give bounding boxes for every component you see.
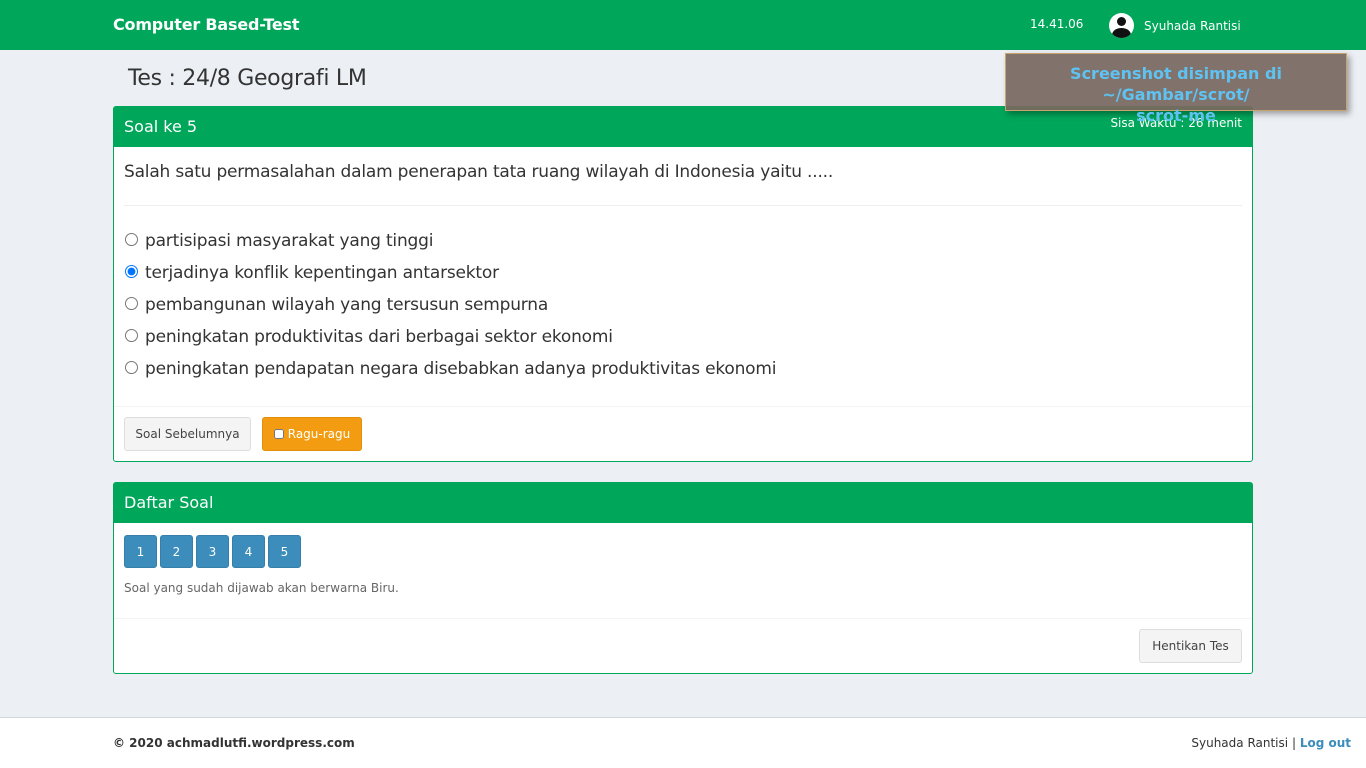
answer-radio[interactable] — [125, 232, 138, 246]
page-title: Tes : 24/8 Geografi LM — [128, 66, 367, 91]
notification-line-2: scrot-me — [1136, 106, 1216, 125]
question-number-button[interactable]: 4 — [232, 535, 265, 568]
app-brand[interactable]: Computer Based-Test — [113, 15, 300, 34]
divider — [124, 205, 1242, 206]
answer-option[interactable]: pembangunan wilayah yang tersusun sempur… — [124, 289, 776, 321]
answer-radio[interactable] — [125, 264, 138, 278]
answer-radio[interactable] — [125, 296, 138, 310]
answer-option-label[interactable]: peningkatan pendapatan negara disebabkan… — [145, 359, 776, 379]
page-footer: © 2020 achmadlutfi.wordpress.com Syuhada… — [0, 717, 1366, 768]
footer-user-area: Syuhada Rantisi | Log out — [1191, 736, 1351, 750]
question-text: Salah satu permasalahan dalam penerapan … — [124, 162, 834, 182]
notification-line-1: Screenshot disimpan di ~/Gambar/scrot/ — [1070, 64, 1282, 104]
logout-link[interactable]: Log out — [1300, 736, 1351, 750]
answer-option[interactable]: peningkatan produktivitas dari berbagai … — [124, 321, 776, 353]
top-navbar: Computer Based-Test 14.41.06 Syuhada Ran… — [0, 0, 1366, 50]
user-avatar-icon — [1109, 13, 1134, 38]
answer-options: partisipasi masyarakat yang tinggi terja… — [124, 225, 776, 385]
footer-user-name: Syuhada Rantisi — [1191, 736, 1289, 750]
doubt-button-label: Ragu-ragu — [287, 427, 351, 441]
stop-test-button[interactable]: Hentikan Tes — [1139, 629, 1242, 663]
doubt-checkbox[interactable] — [273, 429, 284, 439]
footer-separator: | — [1291, 736, 1296, 750]
answer-option-label[interactable]: peningkatan produktivitas dari berbagai … — [145, 327, 613, 347]
question-number-button[interactable]: 3 — [196, 535, 229, 568]
question-number-title: Soal ke 5 — [124, 117, 198, 136]
question-list-title: Daftar Soal — [124, 493, 214, 512]
question-panel: Soal ke 5 Sisa Waktu : 26 menit Salah sa… — [113, 106, 1253, 462]
question-list-header: Daftar Soal — [114, 483, 1252, 523]
answered-hint: Soal yang sudah dijawab akan berwarna Bi… — [124, 581, 399, 595]
question-list-panel: Daftar Soal 1 2 3 4 5 Soal yang sudah di… — [113, 482, 1253, 674]
answer-option[interactable]: peningkatan pendapatan negara disebabkan… — [124, 353, 776, 385]
answer-radio[interactable] — [125, 328, 138, 342]
answer-radio[interactable] — [125, 360, 138, 374]
user-menu[interactable]: Syuhada Rantisi — [1109, 13, 1241, 38]
answer-option[interactable]: partisipasi masyarakat yang tinggi — [124, 225, 776, 257]
screenshot-notification: Screenshot disimpan di ~/Gambar/scrot/ s… — [1005, 53, 1347, 125]
clock: 14.41.06 — [1030, 17, 1084, 31]
question-number-button[interactable]: 1 — [124, 535, 157, 568]
question-number-button[interactable]: 5 — [268, 535, 301, 568]
divider — [114, 618, 1252, 619]
doubt-button[interactable]: Ragu-ragu — [262, 417, 362, 451]
copyright: © 2020 achmadlutfi.wordpress.com — [113, 736, 355, 750]
user-name: Syuhada Rantisi — [1144, 18, 1241, 33]
previous-question-button[interactable]: Soal Sebelumnya — [124, 417, 251, 451]
answer-option[interactable]: terjadinya konflik kepentingan antarsekt… — [124, 257, 776, 289]
answer-option-label[interactable]: pembangunan wilayah yang tersusun sempur… — [145, 295, 548, 315]
answer-option-label[interactable]: terjadinya konflik kepentingan antarsekt… — [145, 263, 499, 283]
divider — [114, 406, 1252, 407]
answer-option-label[interactable]: partisipasi masyarakat yang tinggi — [145, 231, 433, 251]
question-number-button[interactable]: 2 — [160, 535, 193, 568]
